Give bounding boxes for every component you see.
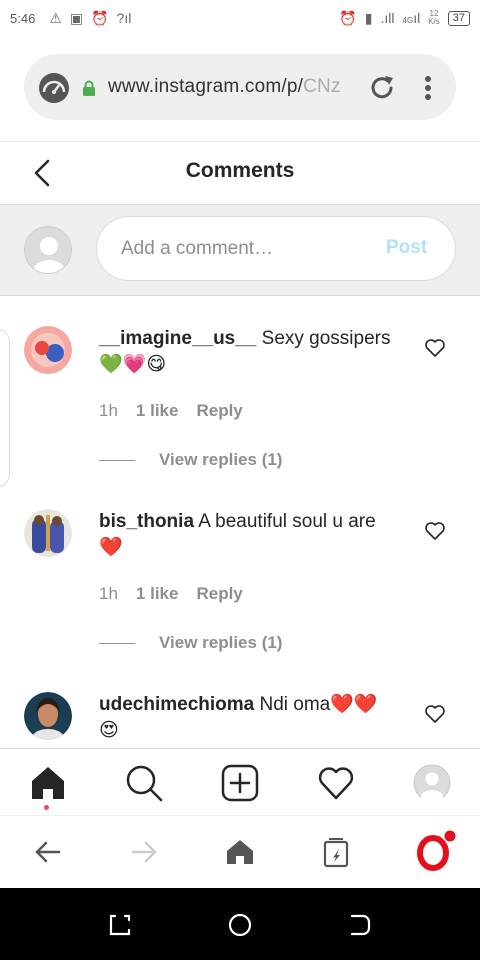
view-replies-button[interactable]: View replies (1) xyxy=(99,633,282,653)
home-icon[interactable] xyxy=(28,763,68,803)
opera-logo-icon[interactable] xyxy=(416,830,458,872)
comment-text: __imagine__us__ Sexy gossipers 💚💗😋 xyxy=(99,328,391,375)
like-heart-icon[interactable] xyxy=(424,338,446,358)
divider xyxy=(99,642,135,644)
comment-meta: 1h 1 like Reply xyxy=(99,584,243,604)
view-replies-button[interactable]: View replies (1) xyxy=(99,450,282,470)
side-drawer-handle[interactable] xyxy=(0,328,10,488)
system-back-icon[interactable] xyxy=(347,912,373,938)
comment-username[interactable]: __imagine__us__ xyxy=(99,328,256,349)
search-icon[interactable] xyxy=(124,763,164,803)
avatar[interactable] xyxy=(24,692,72,740)
tabs-icon[interactable] xyxy=(320,836,352,868)
browser-bottom-bar xyxy=(0,815,480,888)
forward-arrow-icon[interactable] xyxy=(128,836,160,868)
wifi-question-icon: ?ıl xyxy=(116,10,132,26)
like-heart-icon[interactable] xyxy=(424,521,446,541)
comment-text: bis_thonia A beautiful soul u are ❤️ xyxy=(99,511,376,558)
default-avatar-icon xyxy=(25,227,71,273)
back-arrow-icon[interactable] xyxy=(32,836,64,868)
like-heart-icon[interactable] xyxy=(424,704,446,724)
status-time: 5:46 xyxy=(10,10,36,26)
comment-emoji: ❤️ xyxy=(99,537,123,558)
comment-emoji: 😍 xyxy=(99,720,119,741)
signal-icon: .ıll xyxy=(380,10,395,26)
new-post-icon[interactable] xyxy=(220,763,260,803)
network-speed: 12 K/s xyxy=(428,9,440,26)
avatar[interactable] xyxy=(24,326,72,374)
browser-home-icon[interactable] xyxy=(224,836,256,868)
reply-button[interactable]: Reply xyxy=(196,401,242,421)
page-title: Comments xyxy=(185,159,295,182)
comments-header: Comments xyxy=(0,143,480,205)
bottom-navigation xyxy=(0,748,480,815)
vibrate-icon: ▮ xyxy=(364,9,373,26)
home-button-icon[interactable] xyxy=(227,912,253,938)
avatar[interactable] xyxy=(24,509,72,557)
activity-heart-icon[interactable] xyxy=(316,763,356,803)
address-bar[interactable]: www.instagram.com/p/CNz xyxy=(24,54,456,120)
warning-icon: ⚠ xyxy=(49,9,62,26)
comment-likes[interactable]: 1 like xyxy=(136,584,179,604)
alarm-clock-icon: ⏰ xyxy=(339,9,357,26)
avatar xyxy=(24,226,72,274)
battery-indicator: 37 xyxy=(447,10,470,26)
gallery-icon: ▣ xyxy=(69,9,84,26)
comment-time: 1h xyxy=(99,584,118,603)
url-text[interactable]: www.instagram.com/p/CNz xyxy=(108,76,344,98)
lock-icon xyxy=(83,80,95,96)
comment-emoji: 💚💗😋 xyxy=(99,354,167,375)
notification-dot xyxy=(44,805,49,810)
signal-4g-icon: 4Gıl xyxy=(402,10,421,26)
alarm-icon: ⏰ xyxy=(91,9,109,26)
comment-username[interactable]: bis_thonia xyxy=(99,511,194,532)
system-navigation-bar xyxy=(0,888,480,960)
comment-list[interactable]: __imagine__us__ Sexy gossipers 💚💗😋 1h 1 … xyxy=(0,296,480,748)
more-vert-icon[interactable] xyxy=(418,72,438,104)
divider xyxy=(99,459,135,461)
comment-text: udechimechioma Ndi oma❤️❤️ 😍 xyxy=(99,694,378,741)
post-button[interactable]: Post xyxy=(386,237,427,259)
speed-dial-icon[interactable] xyxy=(38,72,70,104)
browser-toolbar: www.instagram.com/p/CNz xyxy=(0,36,480,142)
reload-icon[interactable] xyxy=(366,72,398,104)
comment-time: 1h xyxy=(99,401,118,420)
comment-username[interactable]: udechimechioma xyxy=(99,694,254,715)
profile-icon[interactable] xyxy=(412,763,452,803)
comment-likes[interactable]: 1 like xyxy=(136,401,179,421)
reply-button[interactable]: Reply xyxy=(196,584,242,604)
status-bar: 5:46 ⚠ ▣ ⏰ ?ıl ⏰ ▮ .ıll 4Gıl 12 K/s 37 xyxy=(0,0,480,36)
recents-icon[interactable] xyxy=(107,912,133,938)
comment-meta: 1h 1 like Reply xyxy=(99,401,243,421)
add-comment-bar: Post xyxy=(0,205,480,296)
